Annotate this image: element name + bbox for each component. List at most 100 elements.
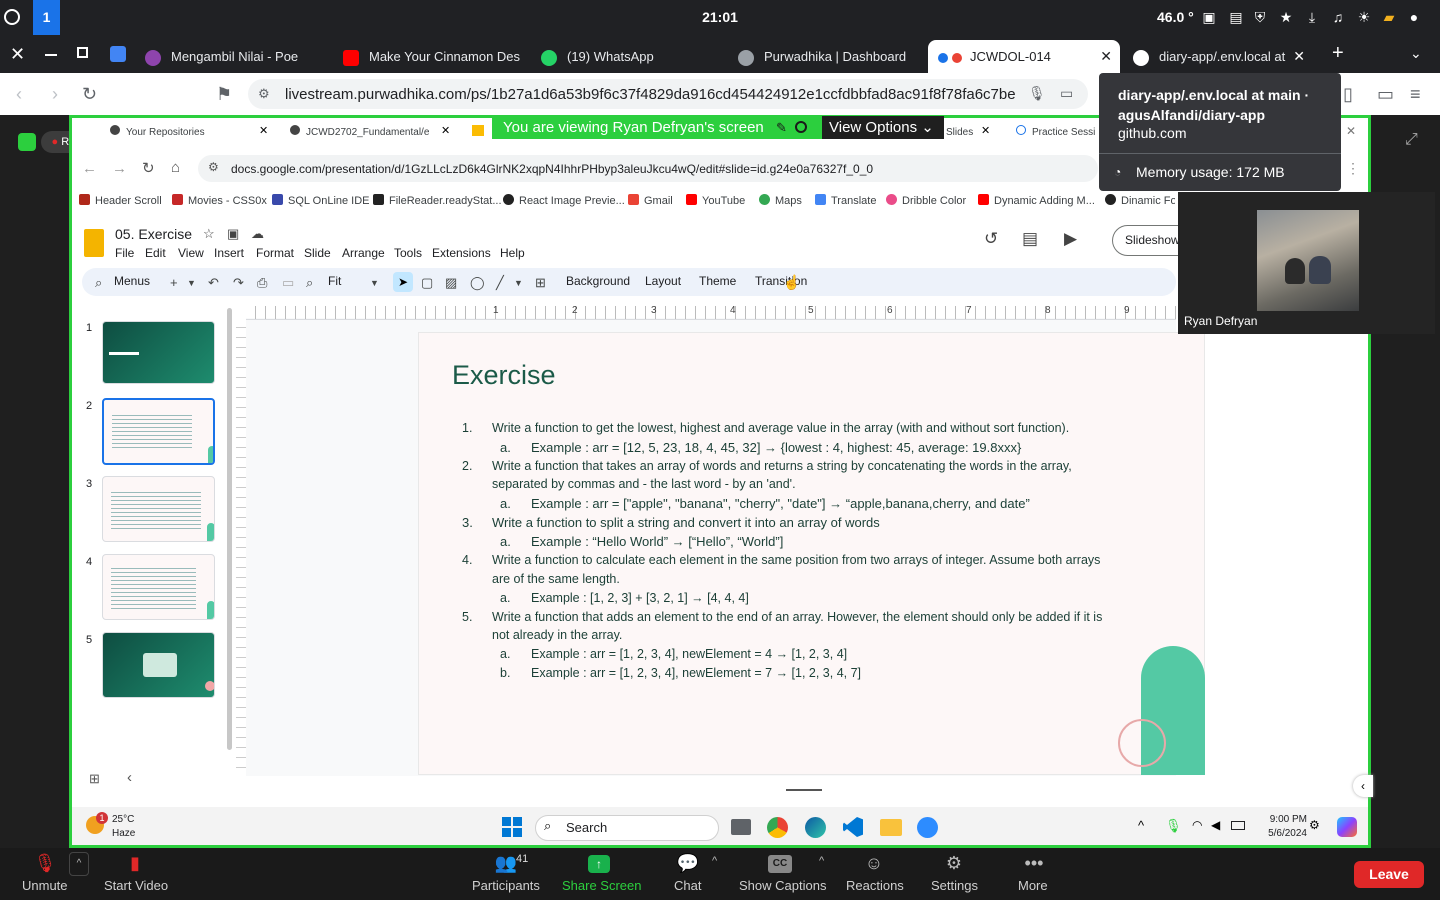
bookmark-header-scroll[interactable]: Header Scroll	[79, 194, 162, 207]
inner-tab-fundamental[interactable]: JCWD2702_Fundamental/e	[290, 124, 430, 142]
cloud-status-icon[interactable]: ☁	[251, 226, 264, 242]
volume-icon[interactable]: ◀	[1211, 818, 1220, 832]
close-tab-icon[interactable]: ✕	[259, 124, 268, 137]
exercise-5b[interactable]: Example : arr = [1, 2, 3, 4], newElement…	[531, 666, 861, 680]
close-tab-icon[interactable]: ✕	[1346, 124, 1356, 138]
version-history-icon[interactable]: ↺	[984, 229, 998, 249]
notification-icon[interactable]: ⚙	[1309, 818, 1320, 832]
bookmark-dinamic-form[interactable]: Dinamic Form	[1105, 194, 1175, 207]
bookmark-sql-online[interactable]: SQL OnLine IDE	[272, 194, 370, 207]
share-screen-icon[interactable]: ↑	[588, 855, 610, 873]
collapse-filmstrip-icon[interactable]: ‹	[127, 769, 132, 786]
google-slides-logo-icon[interactable]	[84, 229, 104, 257]
tab-whatsapp[interactable]: (19) WhatsApp	[541, 40, 731, 73]
battery-icon[interactable]	[1231, 821, 1245, 830]
tab-purwadhika[interactable]: Purwadhika | Dashboard	[738, 40, 928, 73]
more-button[interactable]: More	[1018, 878, 1048, 893]
minimize-window-icon[interactable]	[45, 54, 57, 56]
microphone-muted-icon[interactable]: 🎙	[33, 853, 57, 875]
add-comment-icon[interactable]: ⊞	[535, 275, 546, 291]
print-icon[interactable]: ⎙	[257, 275, 267, 291]
music-icon[interactable]: ♫	[1330, 9, 1346, 25]
side-panel-icon[interactable]: ▯	[1343, 84, 1353, 105]
exercise-3a[interactable]: Example : “Hello World” → [“Hello”, “Wor…	[531, 534, 783, 549]
slide-thumbnail-2[interactable]	[102, 398, 215, 465]
copilot-icon[interactable]	[1337, 817, 1357, 837]
translate-app-icon[interactable]	[110, 46, 126, 62]
close-tab-icon[interactable]: ✕	[441, 124, 450, 137]
bookmark-youtube[interactable]: YouTube	[686, 194, 745, 207]
grid-view-icon[interactable]: ⊞	[89, 771, 100, 787]
chat-icon[interactable]: 💬	[676, 853, 700, 875]
star-icon[interactable]: ★	[1278, 9, 1294, 25]
security-shield-icon[interactable]	[18, 133, 36, 151]
menu-tools[interactable]: Tools	[394, 246, 422, 260]
chevron-down-icon[interactable]: ▼	[187, 278, 196, 288]
inner-tab-practice[interactable]: Practice Sessi	[1016, 124, 1098, 142]
close-tab-icon[interactable]: ✕	[981, 124, 990, 137]
microphone-icon[interactable]: 🎙	[1165, 818, 1182, 834]
meet-icon[interactable]: ▶	[1064, 229, 1077, 249]
theme-button[interactable]: Theme	[699, 274, 736, 288]
microphone-icon[interactable]: 🎙	[1028, 85, 1046, 102]
chat-options-icon[interactable]: ^	[712, 855, 717, 867]
tab-youtube[interactable]: Make Your Cinnamon Des	[343, 40, 533, 73]
settings-button[interactable]: Settings	[931, 878, 978, 893]
folder-icon[interactable]: ▰	[1381, 9, 1397, 25]
filmstrip-scrollbar[interactable]	[227, 308, 232, 750]
exercise-1a[interactable]: Example : arr = [12, 5, 23, 18, 4, 45, 3…	[531, 440, 1021, 455]
exercise-4[interactable]: Write a function to calculate each eleme…	[492, 553, 1100, 567]
pen-icon[interactable]: ✎	[776, 116, 787, 139]
menu-view[interactable]: View	[178, 246, 204, 260]
show-hidden-icons[interactable]: ^	[1138, 818, 1144, 833]
exercise-5a[interactable]: Example : arr = [1, 2, 3, 4], newElement…	[531, 647, 847, 661]
move-folder-icon[interactable]: ▣	[227, 226, 239, 242]
menu-file[interactable]: File	[115, 246, 134, 260]
url-text[interactable]: livestream.purwadhika.com/ps/1b27a1d6a53…	[285, 86, 1015, 103]
clipboard-icon[interactable]: ▤	[1228, 9, 1244, 25]
slide-thumbnail-3[interactable]	[102, 476, 215, 542]
inner-back-icon[interactable]: ←	[82, 160, 97, 177]
select-tool-icon[interactable]: ➤	[393, 272, 413, 292]
site-info-icon[interactable]: ⚙	[258, 86, 270, 102]
participant-video[interactable]	[1257, 210, 1359, 311]
audio-options-icon[interactable]: ^	[69, 852, 89, 876]
taskbar-date[interactable]: 5/6/2024	[1262, 828, 1307, 839]
exercise-4-cont[interactable]: are of the same length.	[492, 572, 620, 586]
bookmark-filereader[interactable]: FileReader.readyStat...	[373, 194, 502, 207]
omnibox[interactable]: ⚙ livestream.purwadhika.com/ps/1b27a1d6a…	[248, 79, 1088, 109]
video-off-icon[interactable]: ▮	[123, 853, 147, 875]
menu-format[interactable]: Format	[256, 246, 294, 260]
speaker-notes-handle[interactable]	[786, 789, 822, 791]
back-icon[interactable]: ‹	[16, 84, 22, 105]
unmute-button[interactable]: Unmute	[22, 878, 68, 893]
inner-forward-icon[interactable]: →	[112, 160, 127, 177]
menu-extensions[interactable]: Extensions	[432, 246, 491, 260]
participants-button[interactable]: Participants	[472, 878, 540, 893]
user-icon[interactable]: ●	[1406, 9, 1422, 25]
close-tab-icon[interactable]: ✕	[1100, 40, 1112, 73]
tab-search-icon[interactable]: ⌄	[1410, 45, 1422, 62]
bookmark-dribble[interactable]: Dribble Color	[886, 194, 966, 207]
text-box-icon[interactable]: ▢	[421, 275, 433, 291]
line-icon[interactable]: ╱	[496, 275, 504, 291]
paint-format-icon[interactable]: ▭	[282, 275, 294, 291]
undo-icon[interactable]: ↶	[208, 275, 219, 291]
chevron-down-icon[interactable]: ▼	[370, 278, 379, 288]
slide-title[interactable]: Exercise	[452, 360, 556, 391]
bookmark-icon[interactable]: ⚑	[216, 84, 232, 105]
redo-icon[interactable]: ↷	[233, 275, 244, 291]
decorative-circle[interactable]	[1118, 719, 1166, 767]
reactions-button[interactable]: Reactions	[846, 878, 904, 893]
captions-options-icon[interactable]: ^	[819, 855, 824, 867]
menu-insert[interactable]: Insert	[214, 246, 244, 260]
edge-icon[interactable]	[805, 817, 826, 838]
chevron-down-icon[interactable]: ▼	[514, 278, 523, 288]
tab-poe[interactable]: Mengambil Nilai - Poe	[145, 40, 335, 73]
side-panel-toggle-icon[interactable]: ‹	[1353, 775, 1373, 797]
bookmark-gmail[interactable]: Gmail	[628, 194, 673, 207]
zoom-app-icon[interactable]	[917, 817, 938, 838]
captions-icon[interactable]: CC	[768, 855, 792, 873]
shape-icon[interactable]: ◯	[470, 275, 485, 291]
wallet-icon[interactable]: ▭	[1377, 84, 1394, 105]
